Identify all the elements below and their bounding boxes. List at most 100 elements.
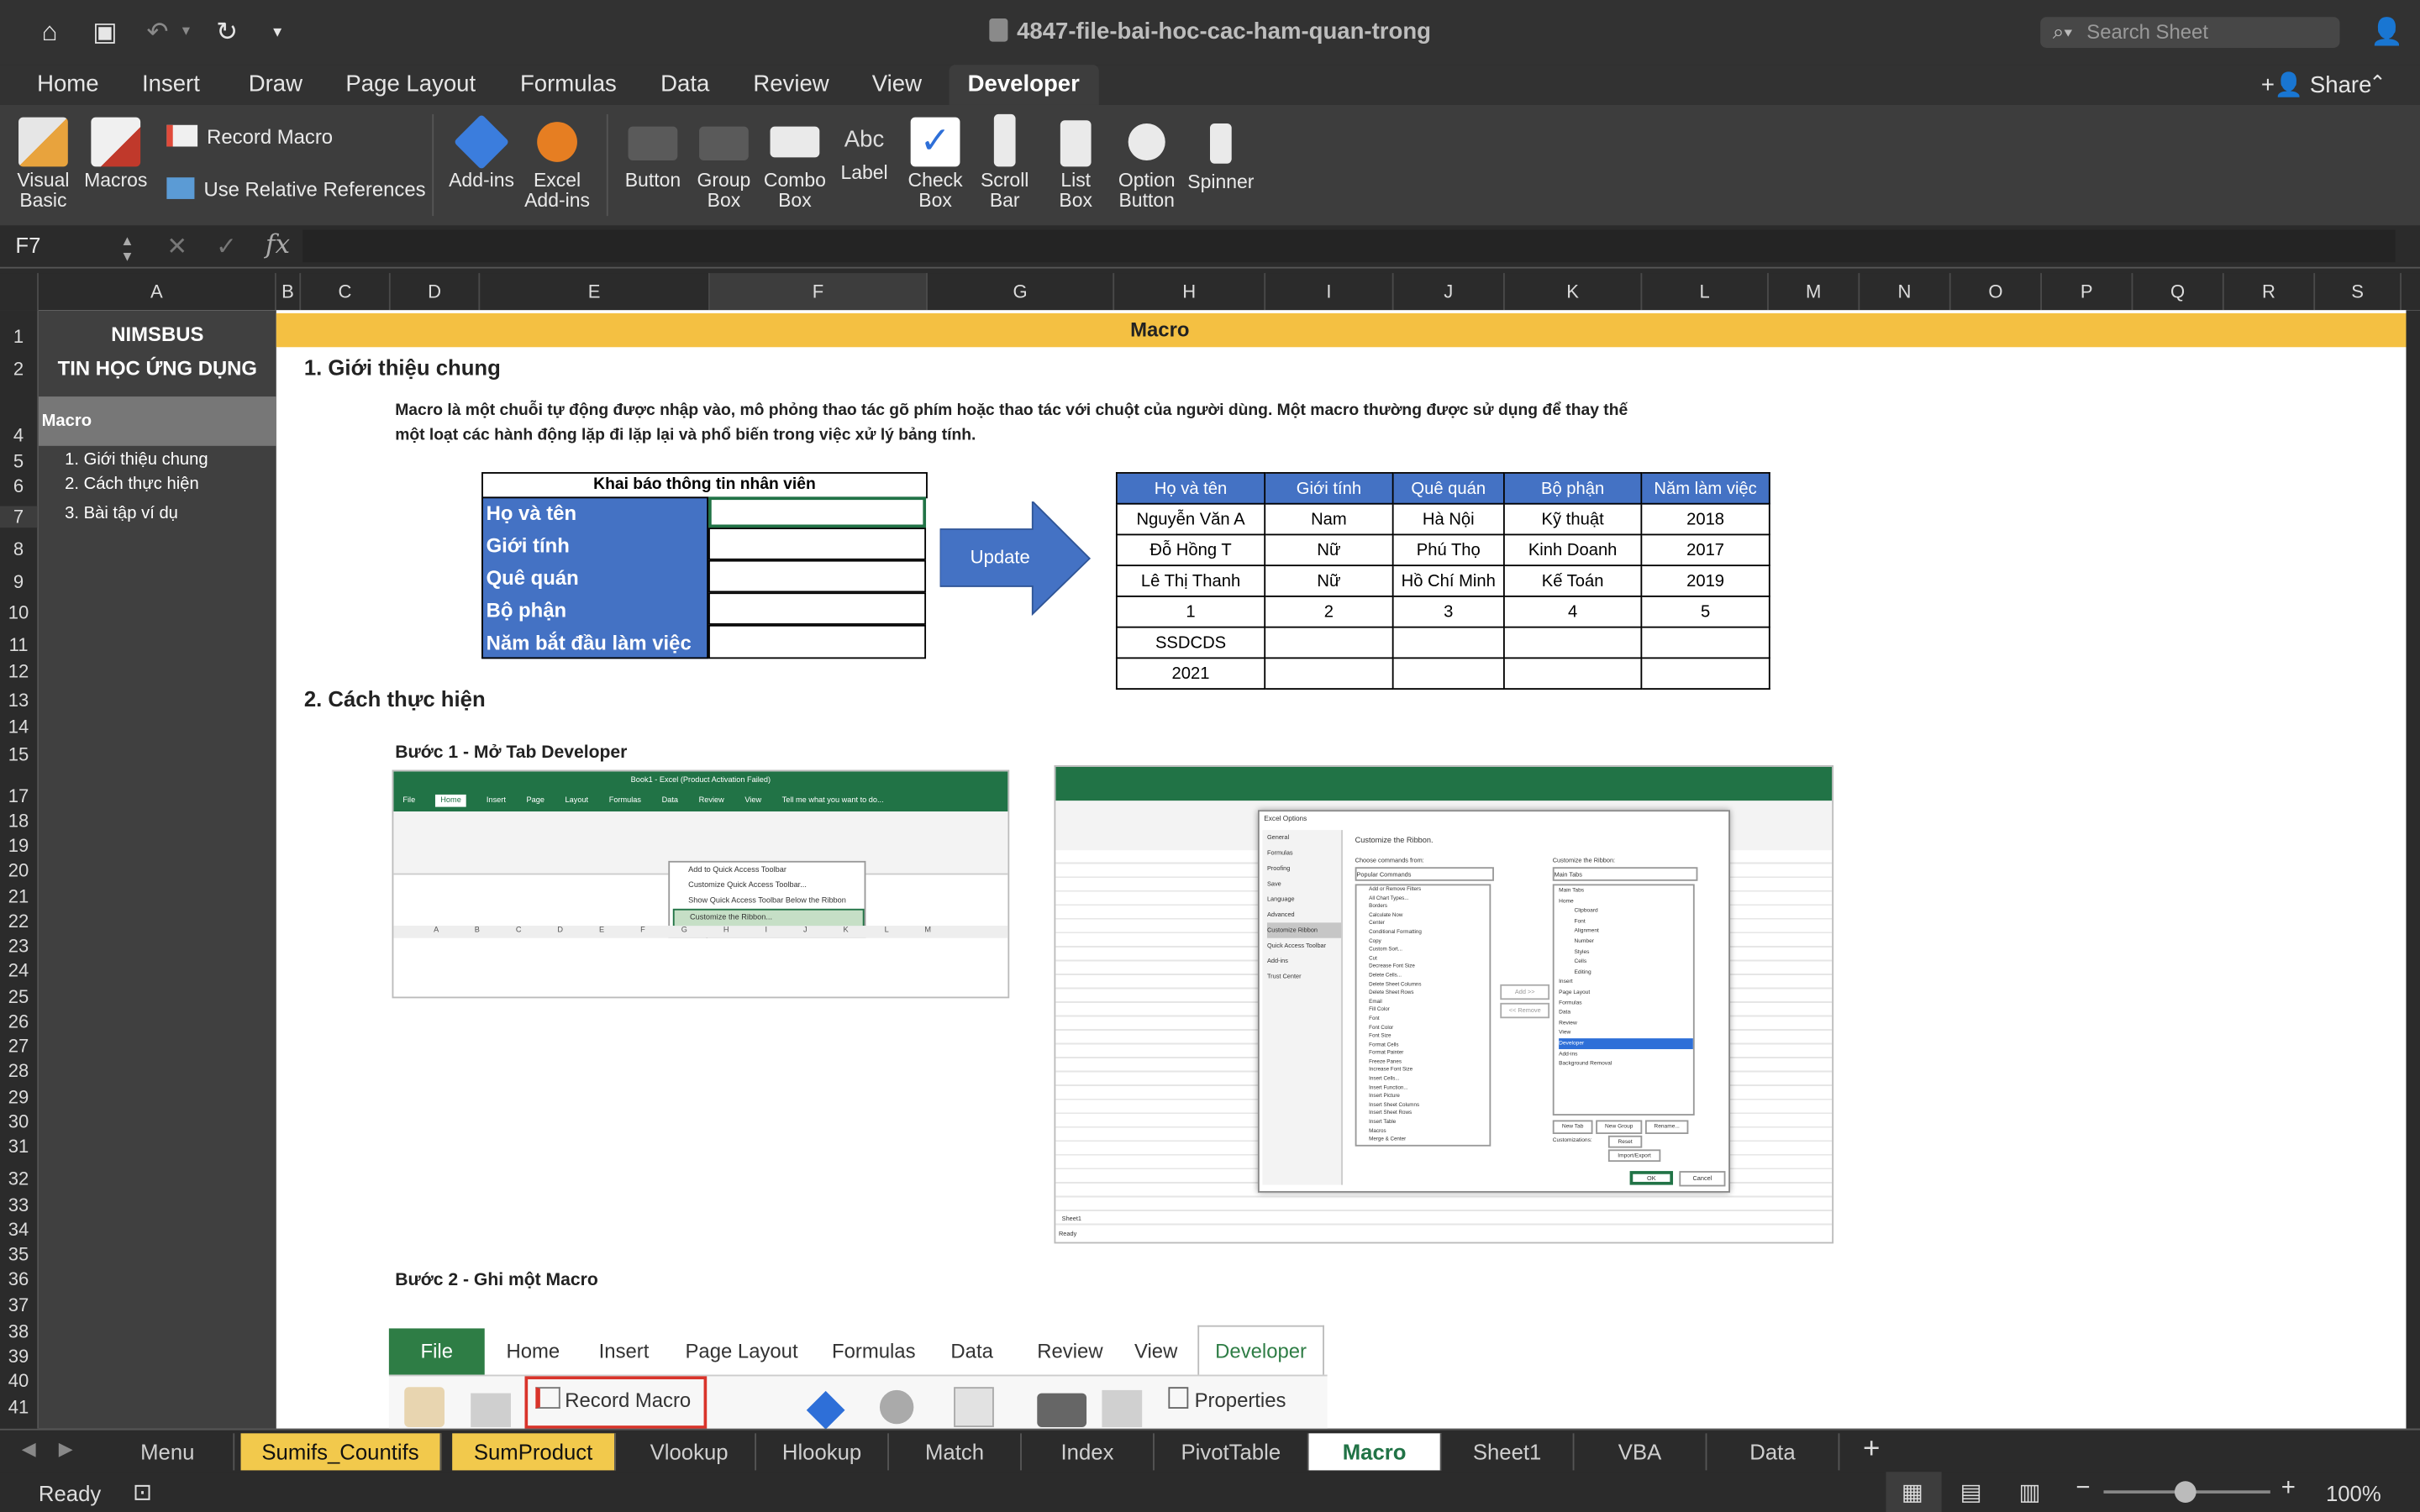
page-break-view-icon[interactable]: ▥ bbox=[2018, 1478, 2040, 1505]
row-header[interactable]: 25 bbox=[0, 986, 37, 1008]
col-header-d[interactable]: D bbox=[391, 273, 481, 311]
col-header-k[interactable]: K bbox=[1505, 273, 1643, 311]
tab-review[interactable]: Review bbox=[753, 71, 829, 97]
row-header[interactable]: 28 bbox=[0, 1060, 37, 1082]
zoom-level[interactable]: 100% bbox=[2326, 1481, 2381, 1505]
zoom-in-icon[interactable]: + bbox=[2281, 1475, 2296, 1503]
accessibility-icon[interactable]: ⊡ bbox=[133, 1478, 152, 1505]
sheet-tab[interactable]: Data bbox=[1707, 1433, 1840, 1471]
add-sheet-icon[interactable]: + bbox=[1863, 1433, 1880, 1467]
table-cell[interactable]: Phú Thọ bbox=[1392, 533, 1505, 567]
row-header[interactable]: 41 bbox=[0, 1396, 37, 1418]
table-cell[interactable] bbox=[1640, 626, 1770, 659]
next-sheet-icon[interactable]: ▶ bbox=[59, 1438, 73, 1460]
use-relative-references-button[interactable]: Use Relative References bbox=[166, 177, 426, 199]
table-cell[interactable] bbox=[1392, 626, 1505, 659]
nav-item-intro[interactable]: 1. Giới thiệu chung bbox=[65, 450, 208, 469]
sheet-tab[interactable]: VBA bbox=[1574, 1433, 1707, 1471]
table-cell[interactable]: 3 bbox=[1392, 595, 1505, 628]
row-header[interactable]: 12 bbox=[0, 660, 37, 682]
row-header[interactable]: 37 bbox=[0, 1294, 37, 1316]
row-header[interactable]: 18 bbox=[0, 810, 37, 832]
table-cell[interactable]: Nữ bbox=[1264, 564, 1394, 597]
formula-input[interactable] bbox=[302, 229, 2396, 263]
table-cell[interactable] bbox=[1392, 657, 1505, 690]
row-header[interactable]: 19 bbox=[0, 835, 37, 857]
row-header[interactable]: 21 bbox=[0, 885, 37, 907]
row-header[interactable]: 10 bbox=[0, 601, 37, 623]
table-cell[interactable]: Hồ Chí Minh bbox=[1392, 564, 1505, 597]
nav-item-howto[interactable]: 2. Cách thực hiện bbox=[65, 475, 199, 494]
tab-formulas[interactable]: Formulas bbox=[520, 71, 617, 97]
row-header[interactable]: 2 bbox=[0, 358, 37, 380]
col-header-s[interactable]: S bbox=[2315, 273, 2402, 311]
sheet-tab[interactable]: Match bbox=[889, 1433, 1022, 1471]
add-ins-button[interactable]: Add-ins bbox=[446, 105, 517, 192]
col-header-r[interactable]: R bbox=[2224, 273, 2316, 311]
col-header-n[interactable]: N bbox=[1860, 273, 1951, 311]
zoom-out-icon[interactable]: − bbox=[2075, 1475, 2090, 1503]
row-header[interactable]: 35 bbox=[0, 1243, 37, 1265]
table-cell[interactable]: 4 bbox=[1502, 595, 1643, 628]
prev-sheet-icon[interactable]: ◀ bbox=[22, 1438, 36, 1460]
sheet-tab-active[interactable]: Macro bbox=[1308, 1433, 1442, 1471]
col-header-f[interactable]: F bbox=[709, 273, 928, 311]
table-cell[interactable]: Kinh Doanh bbox=[1502, 533, 1643, 567]
col-header-q[interactable]: Q bbox=[2133, 273, 2224, 311]
row-header[interactable]: 17 bbox=[0, 785, 37, 807]
excel-add-ins-button[interactable]: Excel Add-ins bbox=[522, 105, 592, 212]
collapse-ribbon-icon[interactable]: ⌃ bbox=[2369, 68, 2386, 99]
check-box-control[interactable]: ✓ Check Box bbox=[902, 105, 967, 212]
tab-data[interactable]: Data bbox=[660, 71, 709, 97]
option-button-control[interactable]: Option Button bbox=[1114, 105, 1179, 212]
row-header[interactable]: 5 bbox=[0, 450, 37, 472]
col-header-o[interactable]: O bbox=[1951, 273, 2042, 311]
enter-icon[interactable]: ✓ bbox=[216, 232, 237, 263]
form-input-hometown[interactable] bbox=[708, 559, 927, 593]
col-header-i[interactable]: I bbox=[1265, 273, 1394, 311]
table-cell[interactable]: 2017 bbox=[1640, 533, 1770, 567]
col-header-e[interactable]: E bbox=[480, 273, 710, 311]
sheet-tab[interactable]: Vlookup bbox=[623, 1433, 756, 1471]
tab-home[interactable]: Home bbox=[37, 71, 98, 97]
combo-box-control[interactable]: Combo Box bbox=[762, 105, 827, 212]
row-header[interactable]: 27 bbox=[0, 1035, 37, 1057]
table-cell[interactable]: 2 bbox=[1264, 595, 1394, 628]
sheet-tab[interactable]: Menu bbox=[102, 1433, 235, 1471]
table-cell[interactable]: Kế Toán bbox=[1502, 564, 1643, 597]
sheet-tab[interactable]: Sheet1 bbox=[1442, 1433, 1575, 1471]
table-cell[interactable]: Nguyễn Văn A bbox=[1115, 502, 1266, 536]
sheet-tab[interactable]: Hlookup bbox=[756, 1433, 889, 1471]
row-header[interactable]: 36 bbox=[0, 1268, 37, 1290]
page-layout-view-icon[interactable]: ▤ bbox=[1960, 1478, 1982, 1505]
search-sheet-input[interactable]: ⌕▾ Search Sheet bbox=[2040, 17, 2340, 48]
row-header[interactable]: 32 bbox=[0, 1168, 37, 1189]
label-control[interactable]: Abc Label bbox=[837, 105, 892, 184]
spinner-control[interactable]: Spinner bbox=[1184, 105, 1258, 193]
name-box-stepper-icon[interactable]: ▲ ▼ bbox=[120, 233, 134, 264]
macros-button[interactable]: Macros bbox=[82, 105, 150, 192]
table-cell[interactable] bbox=[1502, 657, 1643, 690]
vertical-scrollbar[interactable] bbox=[2406, 310, 2420, 1429]
worksheet-macro[interactable]: NIMSBUS TIN HỌC ỨNG DỤNG Macro 1. Giới t… bbox=[38, 310, 2420, 1429]
row-header[interactable]: 6 bbox=[0, 475, 37, 497]
row-header[interactable]: 38 bbox=[0, 1320, 37, 1342]
row-header[interactable]: 8 bbox=[0, 538, 37, 560]
sheet-tab[interactable]: Index bbox=[1022, 1433, 1155, 1471]
col-header-c[interactable]: C bbox=[301, 273, 391, 311]
table-cell[interactable]: Kỹ thuật bbox=[1502, 502, 1643, 536]
form-input-gender[interactable] bbox=[708, 528, 927, 560]
row-header[interactable]: 24 bbox=[0, 959, 37, 981]
row-header[interactable]: 7 bbox=[0, 506, 38, 528]
table-cell[interactable]: 2021 bbox=[1115, 657, 1266, 690]
tab-view[interactable]: View bbox=[872, 71, 922, 97]
visual-basic-button[interactable]: Visual Basic bbox=[13, 105, 74, 212]
row-header[interactable]: 26 bbox=[0, 1011, 37, 1032]
row-header[interactable]: 34 bbox=[0, 1219, 37, 1241]
row-header[interactable]: 40 bbox=[0, 1370, 37, 1392]
table-cell[interactable]: 2018 bbox=[1640, 502, 1770, 536]
form-input-department[interactable] bbox=[708, 592, 927, 625]
select-all-corner[interactable] bbox=[0, 273, 39, 311]
col-header-j[interactable]: J bbox=[1394, 273, 1505, 311]
table-cell[interactable]: 1 bbox=[1115, 595, 1266, 628]
